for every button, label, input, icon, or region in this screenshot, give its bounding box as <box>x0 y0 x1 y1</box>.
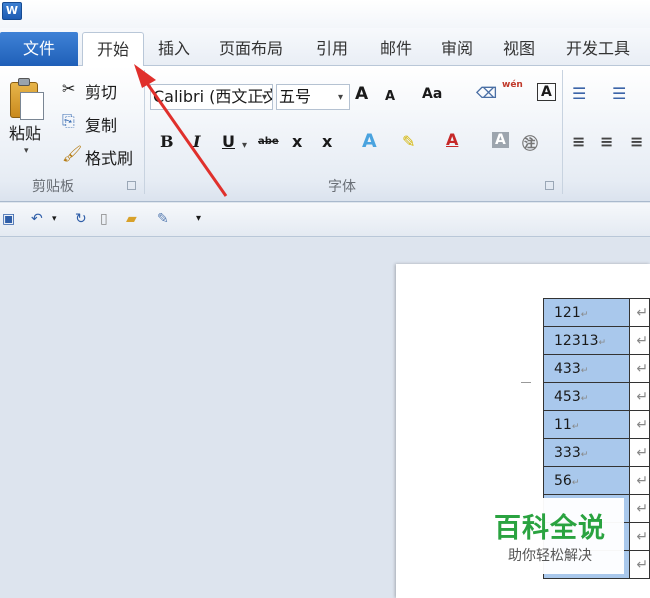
annotation-arrow-icon <box>134 64 228 197</box>
